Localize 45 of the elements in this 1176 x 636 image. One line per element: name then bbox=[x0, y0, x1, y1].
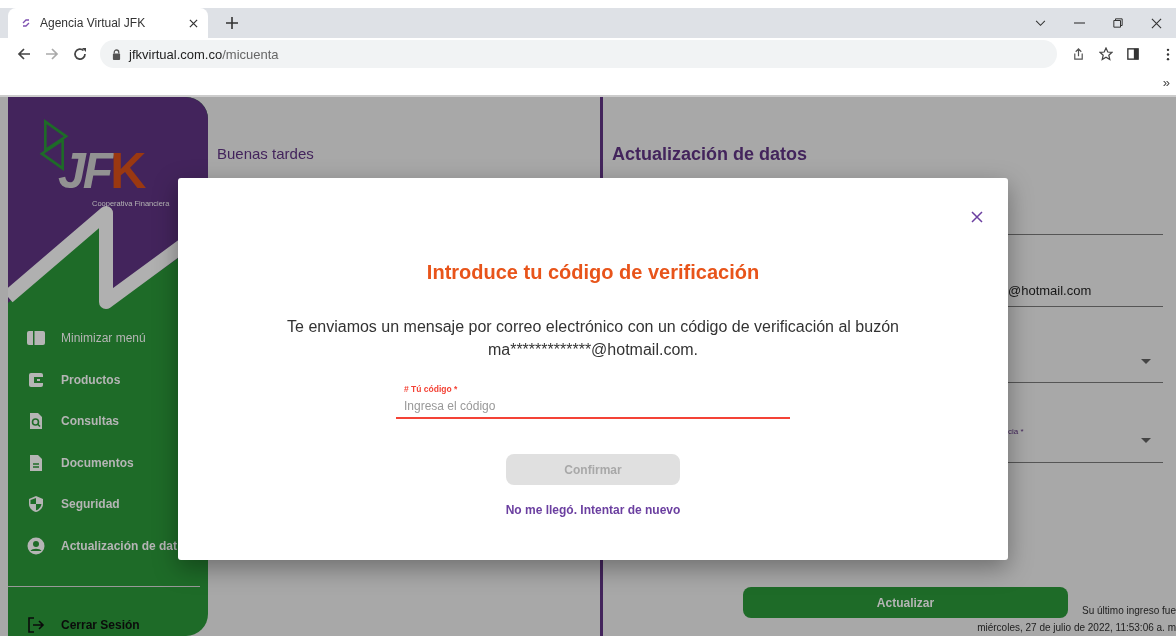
document-icon bbox=[27, 453, 45, 472]
menu-icon[interactable] bbox=[1166, 47, 1170, 61]
plus-icon[interactable] bbox=[226, 17, 238, 29]
restore-icon[interactable] bbox=[1113, 18, 1123, 28]
tab-title: Agencia Virtual JFK bbox=[40, 16, 147, 30]
menu-item[interactable]: Documentos bbox=[27, 451, 208, 474]
reload-icon[interactable] bbox=[73, 47, 87, 61]
side-panel-icon[interactable] bbox=[1127, 48, 1139, 60]
share-icon[interactable] bbox=[1072, 47, 1085, 61]
caret-icon bbox=[1141, 359, 1151, 364]
menu-item[interactable]: Minimizar menú bbox=[27, 327, 208, 349]
dialog-title: Introduce tu código de verificación bbox=[426, 260, 760, 284]
url-text: jfkvirtual.com.co/micuenta bbox=[129, 46, 279, 62]
address-bar[interactable]: jfkvirtual.com.co/micuenta bbox=[100, 40, 1057, 68]
form-title: Actualización de datos bbox=[612, 144, 809, 166]
menu-item[interactable]: Consultas bbox=[27, 410, 208, 432]
last-login-text: miércoles, 27 de julio de 2022, 11:53:06 a. m bbox=[977, 621, 1176, 635]
logo-wordmark: JFK bbox=[58, 143, 144, 199]
bookmarks-overflow[interactable]: » bbox=[1162, 75, 1170, 90]
panel-icon bbox=[27, 329, 45, 347]
menu-item[interactable]: Seguridad bbox=[27, 493, 208, 515]
update-button[interactable]: Actualizar bbox=[743, 587, 1068, 618]
shield-icon bbox=[27, 495, 45, 513]
logout-icon bbox=[27, 616, 45, 635]
close-icon[interactable] bbox=[971, 211, 983, 223]
chevron-down-icon[interactable] bbox=[1035, 19, 1046, 27]
search-document-icon bbox=[27, 412, 45, 430]
menu-item[interactable]: Actualización de dat bbox=[27, 534, 208, 557]
close-icon[interactable] bbox=[189, 18, 198, 28]
menu-item[interactable]: Productos bbox=[27, 368, 208, 391]
back-arrow-icon[interactable] bbox=[17, 47, 31, 61]
logout-item[interactable]: Cerrar Sesión bbox=[27, 614, 208, 636]
lock-icon bbox=[112, 48, 121, 60]
close-icon[interactable] bbox=[1151, 17, 1162, 29]
last-login-text: Su último ingreso fue bbox=[1082, 604, 1176, 618]
field-label: # Tú código * bbox=[404, 383, 459, 395]
caret-icon bbox=[1141, 438, 1151, 443]
wallet-icon bbox=[27, 370, 45, 389]
dialog-message: Te enviamos un mensaje por correo electrónico con un código de verificación al buzón ma*************@hotmail.com. bbox=[286, 317, 900, 360]
star-icon[interactable] bbox=[1099, 47, 1113, 61]
browser-tab[interactable]: Agencia Virtual JFK bbox=[8, 8, 208, 38]
resend-link[interactable]: No me llegó. Intentar de nuevo bbox=[505, 503, 681, 517]
user-icon bbox=[27, 536, 45, 555]
greeting: Buenas tardes bbox=[217, 145, 315, 162]
arrows-icon bbox=[20, 17, 32, 29]
